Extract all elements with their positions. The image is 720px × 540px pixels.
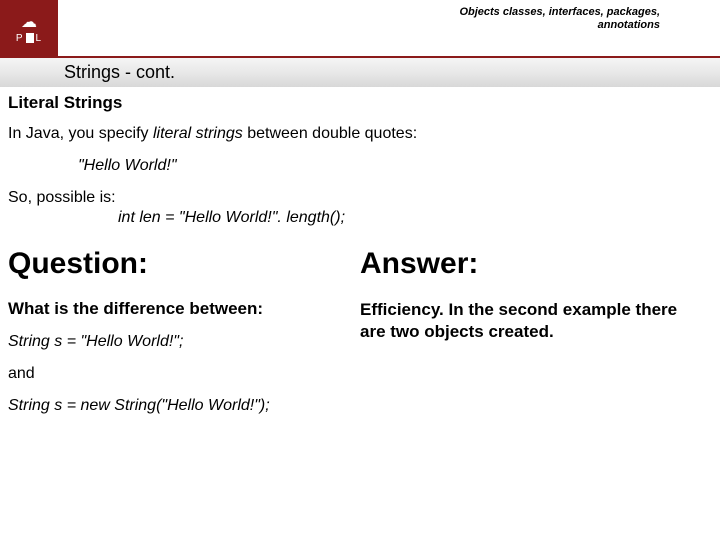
slide-header: ☁ P L Objects classes, interfaces, packa…: [0, 0, 720, 58]
slide-content: Literal Strings In Java, you specify lit…: [0, 93, 720, 429]
answer-column: Answer: Efficiency. In the second exampl…: [360, 247, 712, 429]
shield-icon: [26, 33, 34, 43]
answer-text: Efficiency. In the second example there …: [360, 299, 700, 343]
question-heading: Question:: [8, 247, 348, 281]
logo-letter-l: L: [36, 33, 43, 44]
question-column: Question: What is the difference between…: [8, 247, 360, 429]
question-code-1: String s = "Hello World!";: [8, 333, 348, 351]
intro-emphasis: literal strings: [153, 125, 243, 142]
question-subtext: What is the difference between:: [8, 299, 348, 319]
section-subtitle: Literal Strings: [8, 93, 712, 113]
intro-suffix: between double quotes:: [243, 125, 417, 142]
logo-text: P L: [16, 33, 42, 44]
intro-prefix: In Java, you specify: [8, 125, 153, 142]
hello-world-literal: "Hello World!": [78, 157, 712, 175]
institution-logo: ☁ P L: [0, 0, 58, 58]
slide-title: Strings - cont.: [0, 58, 720, 87]
answer-heading: Answer:: [360, 247, 700, 281]
logo-icon: ☁: [21, 15, 37, 31]
possible-code: int len = "Hello World!". length();: [118, 209, 712, 227]
question-and: and: [8, 365, 348, 383]
logo-letter-p: P: [16, 33, 24, 44]
question-code-2: String s = new String("Hello World!");: [8, 397, 348, 415]
breadcrumb: Objects classes, interfaces, packages, a…: [58, 0, 720, 56]
breadcrumb-line2: annotations: [459, 19, 660, 32]
possible-label: So, possible is:: [8, 189, 712, 207]
intro-paragraph: In Java, you specify literal strings bet…: [8, 125, 712, 143]
qa-section: Question: What is the difference between…: [8, 247, 712, 429]
breadcrumb-line1: Objects classes, interfaces, packages,: [459, 6, 660, 19]
